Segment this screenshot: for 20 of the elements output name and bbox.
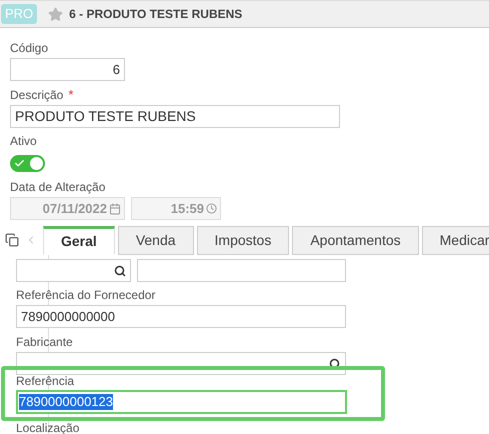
tab[interactable]: Impostos (196, 226, 290, 255)
module-badge: PRO (1, 4, 38, 24)
field-label: Código (10, 41, 50, 55)
field-label: Referência do Fornecedor (16, 288, 156, 302)
tab[interactable]: Geral (43, 226, 115, 255)
field-label: Descrição (10, 88, 64, 102)
tab[interactable]: Medicar (422, 226, 489, 255)
field-label: Referência (16, 374, 76, 388)
supplier-reference-field[interactable]: 7890000000000 (16, 305, 346, 328)
description-field[interactable]: PRODUTO TESTE RUBENS (10, 105, 340, 128)
selected-text: 7890000000123 (19, 394, 113, 410)
field-label: Ativo (10, 134, 38, 148)
code-field[interactable]: 6 (10, 58, 125, 81)
tab[interactable]: Venda (118, 226, 194, 255)
reference-field[interactable]: 7890000000123 (16, 390, 347, 414)
field-label: Data de Alteração (10, 180, 106, 194)
page-title: 6 - PRODUTO TESTE RUBENS (69, 6, 242, 23)
field-label: Fabricante (16, 335, 74, 349)
tab[interactable]: Apontamentos (292, 226, 419, 255)
required-asterisk: * (68, 88, 74, 102)
